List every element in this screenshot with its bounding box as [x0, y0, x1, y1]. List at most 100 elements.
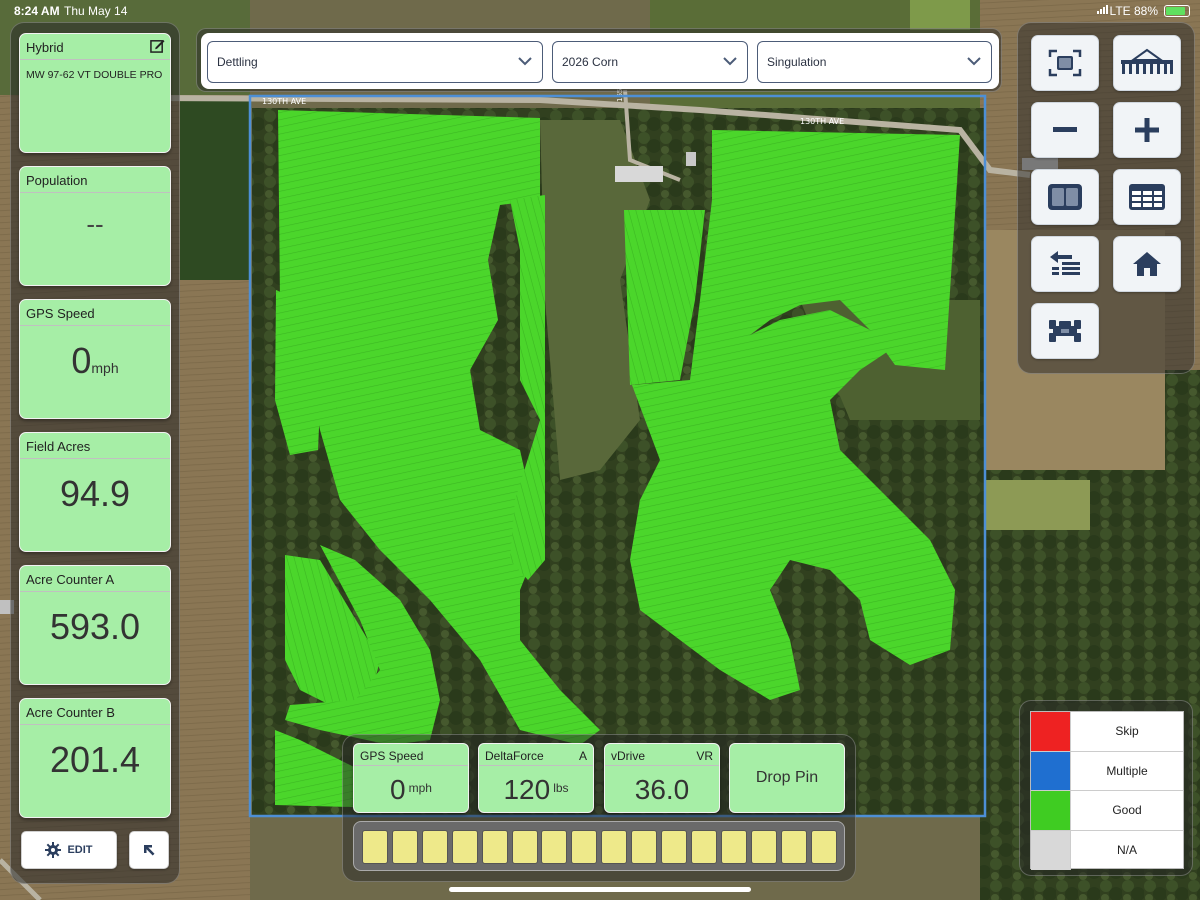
- legend-row-na: N/A: [1031, 830, 1183, 870]
- row-unit-cell[interactable]: [810, 830, 837, 864]
- row-unit-cell[interactable]: [690, 830, 717, 864]
- road-label: 130TH AVE: [262, 97, 306, 106]
- fit-view-icon: [1048, 49, 1082, 77]
- row-unit-cell[interactable]: [780, 830, 807, 864]
- gps-speed-card[interactable]: GPS Speed 0mph: [19, 299, 171, 419]
- layer-dropdown[interactable]: Singulation: [757, 41, 992, 83]
- chevron-down-icon: [723, 57, 737, 66]
- legend-swatch: [1031, 791, 1071, 830]
- edit-button[interactable]: EDIT: [21, 831, 117, 869]
- coverage-legend: Skip Multiple Good N/A: [1030, 711, 1184, 870]
- population-card[interactable]: Population --: [19, 166, 171, 286]
- row-unit-cell[interactable]: [750, 830, 777, 864]
- tractor-button[interactable]: [1031, 303, 1099, 359]
- row-unit-cell[interactable]: [511, 830, 538, 864]
- home-button[interactable]: [1113, 236, 1181, 292]
- metric-title: DeltaForce: [485, 749, 544, 763]
- planter-icon: [1121, 48, 1173, 74]
- metric-tag: A: [578, 749, 587, 763]
- map-tools-panel: [1017, 22, 1195, 374]
- legend-row-good: Good: [1031, 791, 1183, 831]
- status-time: 8:24 AM: [14, 4, 60, 18]
- zoom-in-button[interactable]: [1113, 102, 1181, 158]
- zoom-out-button[interactable]: [1031, 102, 1099, 158]
- legend-label: Skip: [1115, 724, 1139, 739]
- row-unit-cell[interactable]: [481, 830, 508, 864]
- row-status-bar: [353, 821, 845, 871]
- row-unit-cell[interactable]: [541, 830, 568, 864]
- legend-swatch: [1031, 712, 1071, 751]
- row-unit-cell[interactable]: [720, 830, 747, 864]
- row-unit-cell[interactable]: [571, 830, 598, 864]
- coverage-legend-panel: Skip Multiple Good N/A: [1019, 700, 1193, 876]
- row-unit-cell[interactable]: [661, 830, 687, 864]
- row-unit-cell[interactable]: [451, 830, 478, 864]
- swap-button[interactable]: [1031, 236, 1099, 292]
- arrow-up-left-icon: [144, 845, 155, 856]
- network-status: LTE 88%: [1109, 4, 1158, 18]
- row-unit-cell[interactable]: [421, 830, 448, 864]
- legend-swatch: [1031, 751, 1071, 790]
- home-indicator[interactable]: [449, 887, 751, 892]
- chevron-down-icon: [967, 57, 981, 66]
- bottom-gps-speed-card[interactable]: GPS Speed 0 mph: [353, 743, 469, 813]
- legend-label: Multiple: [1106, 763, 1148, 778]
- row-unit-cell[interactable]: [391, 830, 418, 864]
- legend-swatch: [1031, 830, 1071, 870]
- metric-unit: mph: [408, 781, 432, 795]
- gear-icon: [45, 842, 62, 858]
- planter-status-panel: GPS Speed 0 mph DeltaForce A 120 lbs vDriv…: [342, 734, 856, 882]
- edit-label: EDIT: [67, 844, 93, 856]
- metric-unit: lbs: [553, 781, 569, 795]
- split-view-icon: [1048, 184, 1082, 210]
- population-value: --: [86, 209, 104, 239]
- card-title: Population: [20, 167, 170, 193]
- row-unit-cell[interactable]: [631, 830, 658, 864]
- zoom-out-icon: [1053, 127, 1077, 132]
- row-unit-cell[interactable]: [601, 830, 628, 864]
- status-date: Thu May 14: [64, 4, 128, 18]
- edit-icon[interactable]: [150, 38, 165, 53]
- vdrive-card[interactable]: vDrive VR 36.0: [604, 743, 720, 813]
- status-bar: 8:24 AM Thu May 14 LTE 88%: [0, 0, 1200, 20]
- tractor-icon: [1049, 320, 1081, 342]
- hybrid-card[interactable]: Hybrid MW 97-62 VT DOUBLE PRO: [19, 33, 171, 153]
- acre-counter-a-card[interactable]: Acre Counter A 593.0: [19, 565, 171, 685]
- drop-pin-button[interactable]: Drop Pin: [729, 743, 845, 813]
- legend-label: Good: [1112, 803, 1142, 818]
- dropdown-value: 2026 Corn: [562, 55, 619, 69]
- split-view-button[interactable]: [1031, 169, 1099, 225]
- gps-speed-unit: mph: [91, 360, 119, 376]
- season-dropdown[interactable]: 2026 Corn: [552, 41, 748, 83]
- road-label: 130TH AVE: [800, 117, 844, 126]
- legend-label: N/A: [1116, 843, 1137, 858]
- metric-value: 120: [503, 774, 551, 805]
- metric-value: 0: [390, 774, 406, 805]
- card-title: GPS Speed: [20, 300, 170, 326]
- planter-button[interactable]: [1113, 35, 1181, 91]
- field-dropdown[interactable]: Dettling: [207, 41, 543, 83]
- fit-view-button[interactable]: [1031, 35, 1099, 91]
- hybrid-value: MW 97-62 VT DOUBLE PRO: [26, 69, 163, 81]
- metric-tag: VR: [696, 749, 713, 763]
- chevron-down-icon: [518, 57, 532, 66]
- swap-icon: [1050, 251, 1080, 275]
- selection-bar: Dettling 2026 Corn Singulation: [196, 28, 1002, 92]
- gps-speed-value: 0: [71, 340, 92, 381]
- metric-value: 36.0: [634, 774, 690, 805]
- metric-title: GPS Speed: [360, 749, 424, 763]
- table-view-button[interactable]: [1113, 169, 1181, 225]
- acre-counter-b-card[interactable]: Acre Counter B 201.4: [19, 698, 171, 818]
- dropdown-value: Singulation: [767, 55, 827, 69]
- cellular-signal-icon: [1097, 5, 1108, 14]
- card-title: Field Acres: [20, 433, 170, 459]
- left-metrics-panel: Hybrid MW 97-62 VT DOUBLE PRO Population…: [10, 22, 180, 884]
- card-title: Acre Counter B: [20, 699, 170, 725]
- deltaforce-card[interactable]: DeltaForce A 120 lbs: [478, 743, 594, 813]
- field-acres-card[interactable]: Field Acres 94.9: [19, 432, 171, 552]
- table-view-icon: [1129, 184, 1165, 210]
- metric-title: vDrive: [611, 749, 646, 763]
- row-unit-cell[interactable]: [362, 830, 388, 864]
- expand-button[interactable]: [129, 831, 169, 869]
- battery-icon: [1164, 5, 1190, 17]
